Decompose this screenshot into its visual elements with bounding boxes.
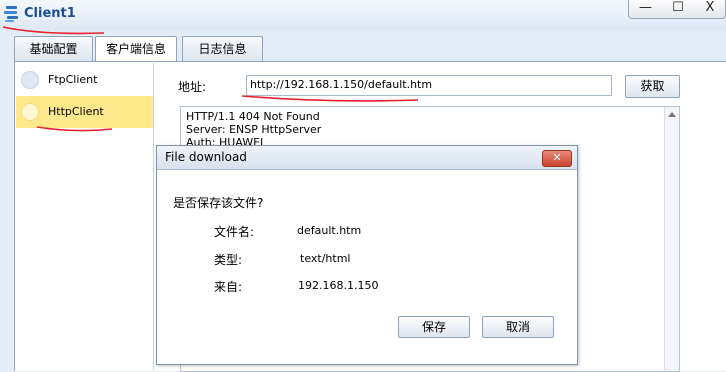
annotation-underlines [2, 26, 419, 132]
underline-window-title [2, 26, 105, 35]
underline-address [241, 95, 419, 102]
underline-httpclient [36, 126, 113, 132]
